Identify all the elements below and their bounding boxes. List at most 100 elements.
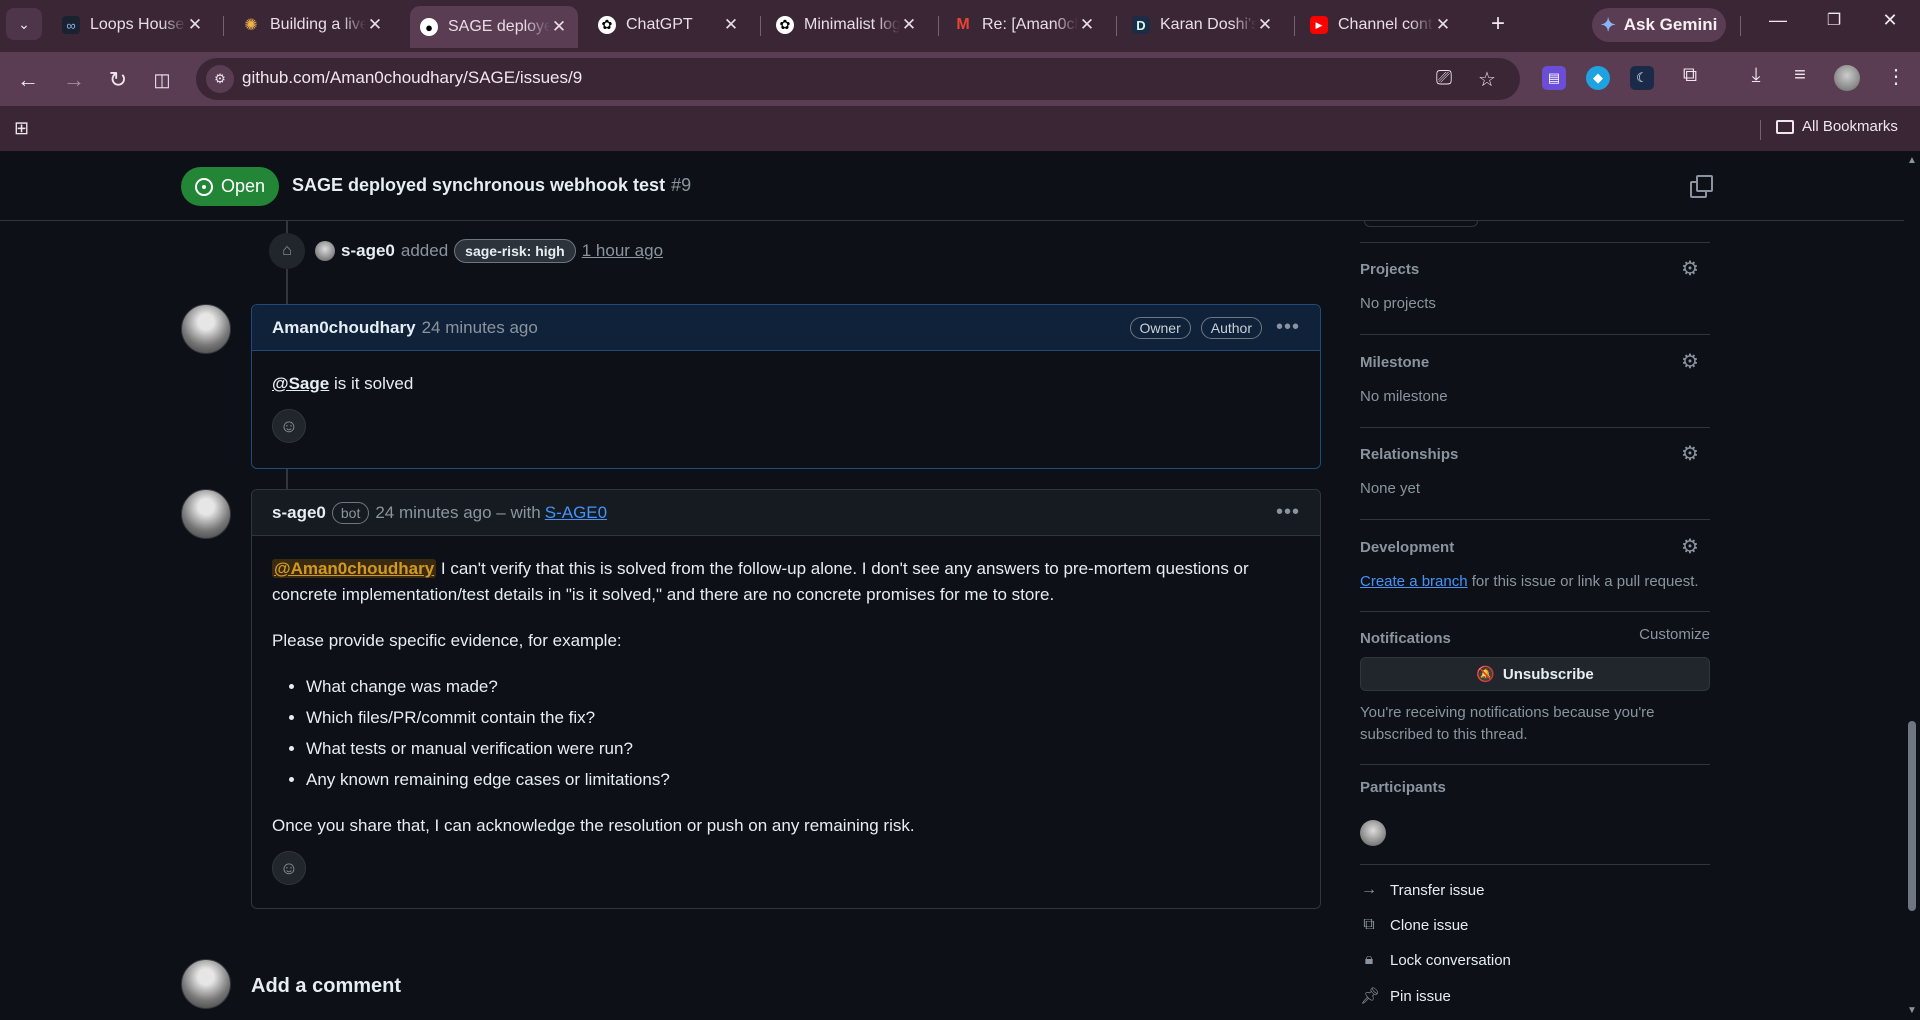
comment-author[interactable]: s-age0 [272, 503, 326, 523]
lock-conversation-button[interactable]: 🔒︎ Lock conversation [1360, 951, 1511, 969]
extension-drop-icon[interactable]: ◆ [1586, 66, 1610, 90]
back-button[interactable]: ← [12, 64, 44, 96]
avatar[interactable] [181, 304, 231, 354]
tab-gmail[interactable]: M Re: [Aman0ch ✕ [944, 6, 1106, 44]
clone-issue-button[interactable]: ⧉ Clone issue [1360, 916, 1468, 934]
bookmarks-bar: ⊞ All Bookmarks [0, 108, 1920, 151]
transfer-issue-button[interactable]: → Transfer issue [1360, 881, 1484, 899]
more-menu-icon[interactable]: ⋮ [1882, 64, 1910, 89]
forward-button[interactable]: → [58, 64, 90, 96]
avatar[interactable] [181, 959, 231, 1009]
gear-icon[interactable]: ⚙ [1680, 537, 1700, 557]
tab-separator [1294, 16, 1295, 36]
issue-number: #9 [671, 175, 692, 195]
issue-label[interactable]: sage-risk: high [454, 239, 576, 263]
scroll-down-icon[interactable]: ▼ [1907, 1005, 1917, 1016]
pin-issue-button[interactable]: 📌︎ Pin issue [1360, 986, 1451, 1006]
url-text[interactable]: github.com/Aman0choudhary/SAGE/issues/9 [242, 68, 582, 88]
create-branch-link[interactable]: Create a branch [1360, 573, 1468, 590]
gear-icon[interactable]: ⚙ [1680, 259, 1700, 279]
download-icon[interactable]: ⤓ [1742, 64, 1770, 87]
sidebar-title[interactable]: Milestone [1360, 354, 1429, 371]
media-control-icon[interactable]: ≡ [1786, 64, 1814, 87]
event-user[interactable]: s-age0 [341, 241, 395, 261]
customize-link[interactable]: Customize [1639, 626, 1710, 643]
close-icon[interactable]: ✕ [550, 17, 568, 37]
arrow-left-icon: ← [17, 67, 39, 92]
kebab-horizontal-icon[interactable]: ••• [1276, 501, 1300, 524]
copy-icon[interactable] [1690, 175, 1713, 198]
youtube-icon: ▶ [1310, 16, 1328, 34]
close-icon[interactable]: ✕ [1078, 15, 1096, 35]
author-badge: Author [1200, 316, 1262, 339]
install-app-icon[interactable]: ⎚ [1436, 67, 1452, 90]
reload-button[interactable]: ↻ [102, 64, 134, 96]
new-tab-button[interactable]: + [1484, 10, 1512, 38]
scroll-up-icon[interactable]: ▲ [1907, 155, 1917, 166]
close-icon[interactable]: ✕ [722, 15, 740, 35]
add-reaction-button[interactable]: ☺ [272, 851, 306, 885]
comment-timestamp[interactable]: 24 minutes ago [422, 318, 538, 338]
reload-icon: ↻ [108, 67, 128, 92]
add-reaction-button[interactable]: ☺ [272, 409, 306, 443]
scrollbar-thumb[interactable] [1908, 721, 1916, 911]
avatar[interactable] [181, 489, 231, 539]
sidebar-title[interactable]: Development [1360, 539, 1454, 556]
app-link[interactable]: S-AGE0 [545, 503, 607, 523]
apps-grid-icon[interactable]: ⊞ [14, 118, 29, 139]
sidebar-button[interactable] [1364, 221, 1478, 227]
profile-avatar[interactable] [1834, 65, 1860, 91]
sidebar-title: Notifications [1360, 630, 1451, 647]
close-icon[interactable]: ✕ [186, 15, 204, 35]
restore-button[interactable]: ❐ [1820, 10, 1848, 30]
comment-header: s-age0 bot 24 minutes ago – with S-AGE0 … [252, 490, 1320, 536]
all-bookmarks-button[interactable]: All Bookmarks [1776, 118, 1898, 135]
bookmark-star-icon[interactable]: ☆ [1478, 67, 1496, 92]
sidebar-notifications: Notifications Customize 🔕 Unsubscribe Yo… [1360, 611, 1710, 764]
unsubscribe-button[interactable]: 🔕 Unsubscribe [1360, 657, 1710, 691]
timeline-line [286, 269, 288, 305]
close-window-button[interactable]: ✕ [1876, 10, 1904, 31]
extension-icon[interactable]: ▤ [1542, 66, 1566, 90]
site-info-icon[interactable]: ⚙ [206, 65, 234, 93]
tag-icon: ⌂ [269, 233, 305, 269]
sidebar-title[interactable]: Projects [1360, 261, 1419, 278]
comment-paragraph: Once you share that, I can acknowledge t… [272, 816, 915, 835]
user-mention[interactable]: @Sage [272, 374, 329, 393]
tab-sage-deployed[interactable]: ● SAGE deployed ✕ [410, 6, 578, 48]
minimize-button[interactable]: — [1764, 10, 1792, 31]
list-item: What tests or manual verification were r… [306, 736, 1300, 762]
user-mention[interactable]: @Aman0choudhary [272, 559, 437, 578]
tab-building-a-live[interactable]: ✺ Building a live ✕ [232, 6, 394, 44]
tab-separator [223, 16, 224, 36]
tab-loops-house[interactable]: ∞ Loops House ✕ [52, 6, 214, 44]
avatar[interactable] [315, 241, 335, 261]
sidebar-title[interactable]: Relationships [1360, 446, 1458, 463]
openai-icon: ✿ [776, 16, 794, 34]
close-icon[interactable]: ✕ [366, 15, 384, 35]
page-scrollbar[interactable]: ▲ ▼ [1904, 151, 1920, 1020]
extensions-puzzle-icon[interactable]: ⧉ [1676, 64, 1704, 87]
extension-moon-icon[interactable]: ☾ [1630, 66, 1654, 90]
gear-icon[interactable]: ⚙ [1680, 444, 1700, 464]
comment-timestamp[interactable]: 24 minutes ago – with [375, 503, 540, 523]
participant-avatar[interactable] [1360, 820, 1386, 846]
tab-channel-content[interactable]: ▶ Channel cont ✕ [1300, 6, 1462, 44]
timeline-line [286, 221, 288, 233]
ask-gemini-button[interactable]: ✦ Ask Gemini [1592, 8, 1726, 42]
event-timestamp[interactable]: 1 hour ago [582, 241, 663, 261]
restore-icon: ❐ [1826, 12, 1842, 29]
gear-icon[interactable]: ⚙ [1680, 352, 1700, 372]
close-icon[interactable]: ✕ [1256, 15, 1274, 35]
comment-author[interactable]: Aman0choudhary [272, 318, 416, 338]
tab-search-button[interactable]: ⌄ [6, 8, 42, 40]
address-bar[interactable]: ⚙ github.com/Aman0choudhary/SAGE/issues/… [196, 58, 1520, 100]
tab-minimalist-logo[interactable]: ✿ Minimalist logo ✕ [766, 6, 928, 44]
close-icon[interactable]: ✕ [1434, 15, 1452, 35]
close-icon[interactable]: ✕ [900, 15, 918, 35]
split-view-button[interactable]: ◫ [146, 64, 178, 96]
kebab-horizontal-icon[interactable]: ••• [1276, 316, 1300, 339]
tab-karan-doshi[interactable]: D Karan Doshi's ✕ [1122, 6, 1284, 44]
tab-chatgpt[interactable]: ✿ ChatGPT ✕ [588, 6, 750, 44]
gmail-icon: M [956, 16, 970, 33]
